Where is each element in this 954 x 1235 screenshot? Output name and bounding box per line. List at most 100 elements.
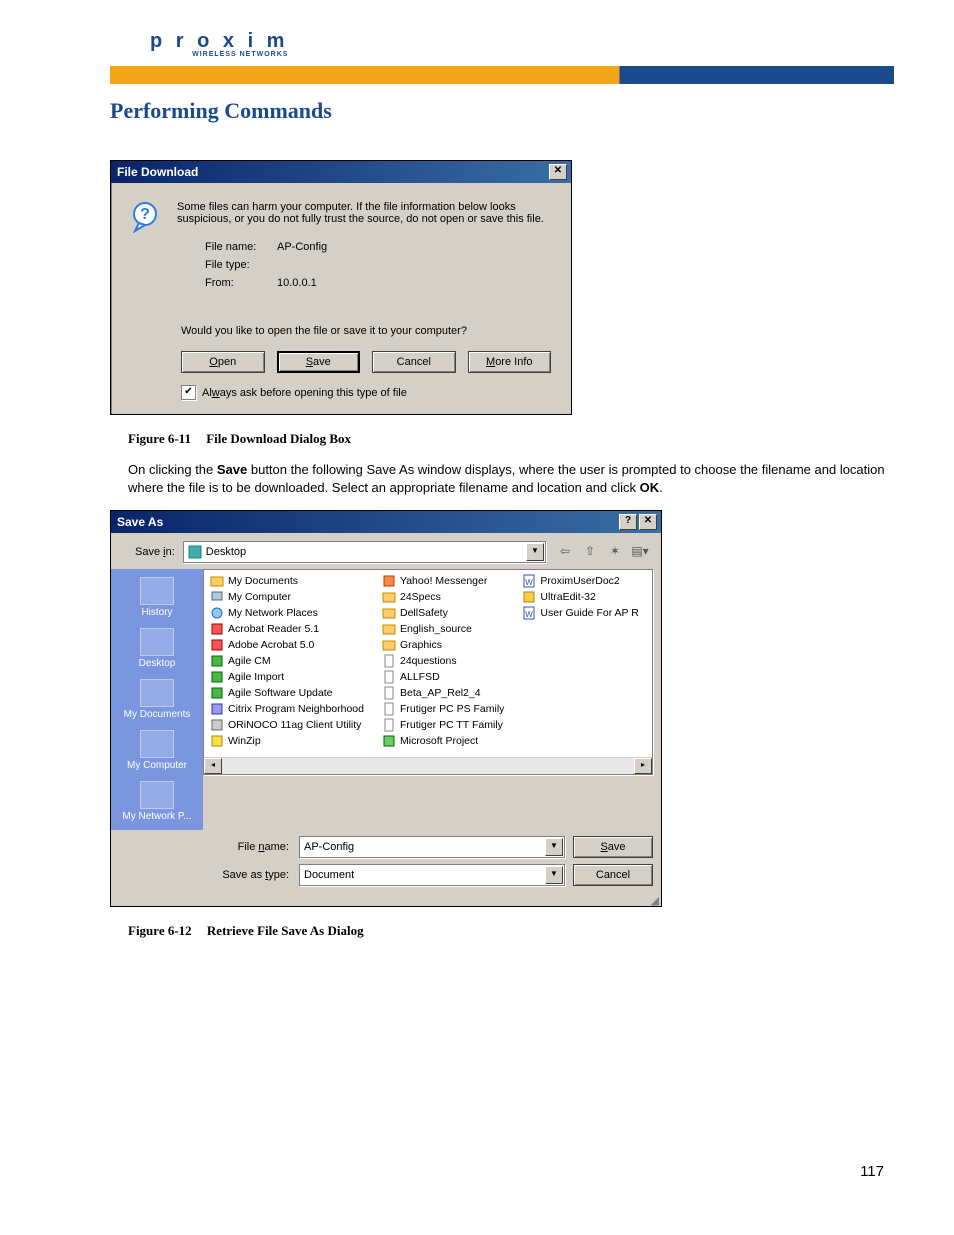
list-item[interactable]: ORiNOCO 11ag Client Utility <box>210 718 364 732</box>
app-icon <box>382 734 396 748</box>
file-column-1: My Documents My Computer My Network Plac… <box>210 574 364 770</box>
list-item[interactable]: My Network Places <box>210 606 364 620</box>
list-item[interactable]: English_source <box>382 622 504 636</box>
list-item[interactable]: Frutiger PC TT Family <box>382 718 504 732</box>
dialog-titlebar[interactable]: File Download ✕ <box>111 161 571 183</box>
list-item[interactable]: Agile Import <box>210 670 364 684</box>
file-list-pane[interactable]: My Documents My Computer My Network Plac… <box>203 569 653 775</box>
network-icon <box>140 781 174 809</box>
prompt-text: Would you like to open the file or save … <box>181 325 551 337</box>
close-icon[interactable]: ✕ <box>549 164 567 180</box>
save-in-combo[interactable]: Desktop ▼ <box>183 541 546 563</box>
save-button[interactable]: Save <box>277 351 361 373</box>
file-column-2: Yahoo! Messenger 24Specs DellSafety Engl… <box>382 574 504 770</box>
new-folder-icon[interactable]: ✶ <box>604 541 626 563</box>
file-name-field[interactable]: AP-Config ▼ <box>299 836 565 858</box>
scroll-right-icon[interactable]: ▸ <box>634 758 652 774</box>
save-in-value: Desktop <box>206 546 246 558</box>
list-item[interactable]: WProximUserDoc2 <box>522 574 638 588</box>
place-mynetwork[interactable]: My Network P... <box>114 777 200 826</box>
close-icon[interactable]: ✕ <box>639 514 657 530</box>
figure-label: Figure 6-11 <box>128 431 191 446</box>
list-item[interactable]: Agile Software Update <box>210 686 364 700</box>
desktop-icon <box>140 628 174 656</box>
list-item[interactable]: UltraEdit-32 <box>522 590 638 604</box>
scroll-left-icon[interactable]: ◂ <box>204 758 222 774</box>
list-item[interactable]: ALLFSD <box>382 670 504 684</box>
list-item[interactable]: Yahoo! Messenger <box>382 574 504 588</box>
horizontal-scrollbar[interactable]: ◂ ▸ <box>204 757 652 774</box>
more-rest: ore Info <box>495 356 532 368</box>
list-item[interactable]: Microsoft Project <box>382 734 504 748</box>
dialog-title: File Download <box>117 165 198 179</box>
list-item[interactable]: Citrix Program Neighborhood <box>210 702 364 716</box>
list-item[interactable]: 24Specs <box>382 590 504 604</box>
always-ask-checkbox[interactable]: ✔ <box>181 385 196 400</box>
open-button[interactable]: Open <box>181 351 265 373</box>
body-pre: On clicking the <box>128 462 217 477</box>
list-item[interactable]: Adobe Acrobat 5.0 <box>210 638 364 652</box>
saveas-title: Save As <box>117 515 163 529</box>
list-item[interactable]: Graphics <box>382 638 504 652</box>
saveas-titlebar[interactable]: Save As ? ✕ <box>111 511 661 533</box>
place-label: My Network P... <box>122 811 191 822</box>
cancel-button[interactable]: Cancel <box>573 864 653 886</box>
place-history[interactable]: History <box>114 573 200 622</box>
chevron-down-icon[interactable]: ▼ <box>545 838 563 856</box>
svg-text:W: W <box>526 610 534 619</box>
doc-icon <box>382 670 396 684</box>
up-icon[interactable]: ⇧ <box>579 541 601 563</box>
list-item[interactable]: WUser Guide For AP R <box>522 606 638 620</box>
svg-text:?: ? <box>140 206 150 223</box>
body-paragraph: On clicking the Save button the followin… <box>128 461 894 496</box>
folder-icon <box>382 606 396 620</box>
app-icon <box>210 734 224 748</box>
place-mycomputer[interactable]: My Computer <box>114 726 200 775</box>
figure-text: Retrieve File Save As Dialog <box>207 923 364 938</box>
list-item[interactable]: WinZip <box>210 734 364 748</box>
more-info-button[interactable]: More Info <box>468 351 552 373</box>
figure-label: Figure 6-12 <box>128 923 192 938</box>
place-desktop[interactable]: Desktop <box>114 624 200 673</box>
save-button[interactable]: Save <box>573 836 653 858</box>
list-item[interactable]: Beta_AP_Rel2_4 <box>382 686 504 700</box>
folder-icon <box>140 679 174 707</box>
list-item[interactable]: My Documents <box>210 574 364 588</box>
list-item[interactable]: My Computer <box>210 590 364 604</box>
file-type-value <box>277 259 551 271</box>
views-icon[interactable]: ▤▾ <box>629 541 651 563</box>
place-label: My Computer <box>127 760 187 771</box>
warning-text: Some files can harm your computer. If th… <box>177 201 551 225</box>
brand-tagline: WIRELESS NETWORKS <box>150 51 288 58</box>
file-name-label: File name: <box>205 241 277 253</box>
cancel-button[interactable]: Cancel <box>372 351 456 373</box>
folder-icon <box>210 574 224 588</box>
from-value: 10.0.0.1 <box>277 277 551 289</box>
doc-icon <box>382 654 396 668</box>
page-number: 117 <box>860 1163 884 1180</box>
list-item[interactable]: DellSafety <box>382 606 504 620</box>
body-bold-ok: OK <box>640 480 660 495</box>
place-mydocs[interactable]: My Documents <box>114 675 200 724</box>
file-name-input-value: AP-Config <box>304 841 354 853</box>
figure-caption-1: Figure 6-11 File Download Dialog Box <box>128 431 894 447</box>
app-icon <box>210 638 224 652</box>
chevron-down-icon[interactable]: ▼ <box>526 543 544 561</box>
back-icon[interactable]: ⇦ <box>554 541 576 563</box>
save-type-field[interactable]: Document ▼ <box>299 864 565 886</box>
place-label: Desktop <box>139 658 176 669</box>
body-bold-save: Save <box>217 462 247 477</box>
save-in-label: Save in: <box>135 546 175 558</box>
list-item[interactable]: Agile CM <box>210 654 364 668</box>
resize-grip-icon[interactable]: ◢ <box>111 894 661 906</box>
list-item[interactable]: Frutiger PC PS Family <box>382 702 504 716</box>
doc-icon <box>382 702 396 716</box>
list-item[interactable]: Acrobat Reader 5.1 <box>210 622 364 636</box>
computer-icon <box>210 590 224 604</box>
help-icon[interactable]: ? <box>619 514 637 530</box>
list-item[interactable]: 24questions <box>382 654 504 668</box>
chevron-down-icon[interactable]: ▼ <box>545 866 563 884</box>
place-label: My Documents <box>124 709 191 720</box>
page-title: Performing Commands <box>110 98 332 124</box>
body-post: . <box>659 480 663 495</box>
